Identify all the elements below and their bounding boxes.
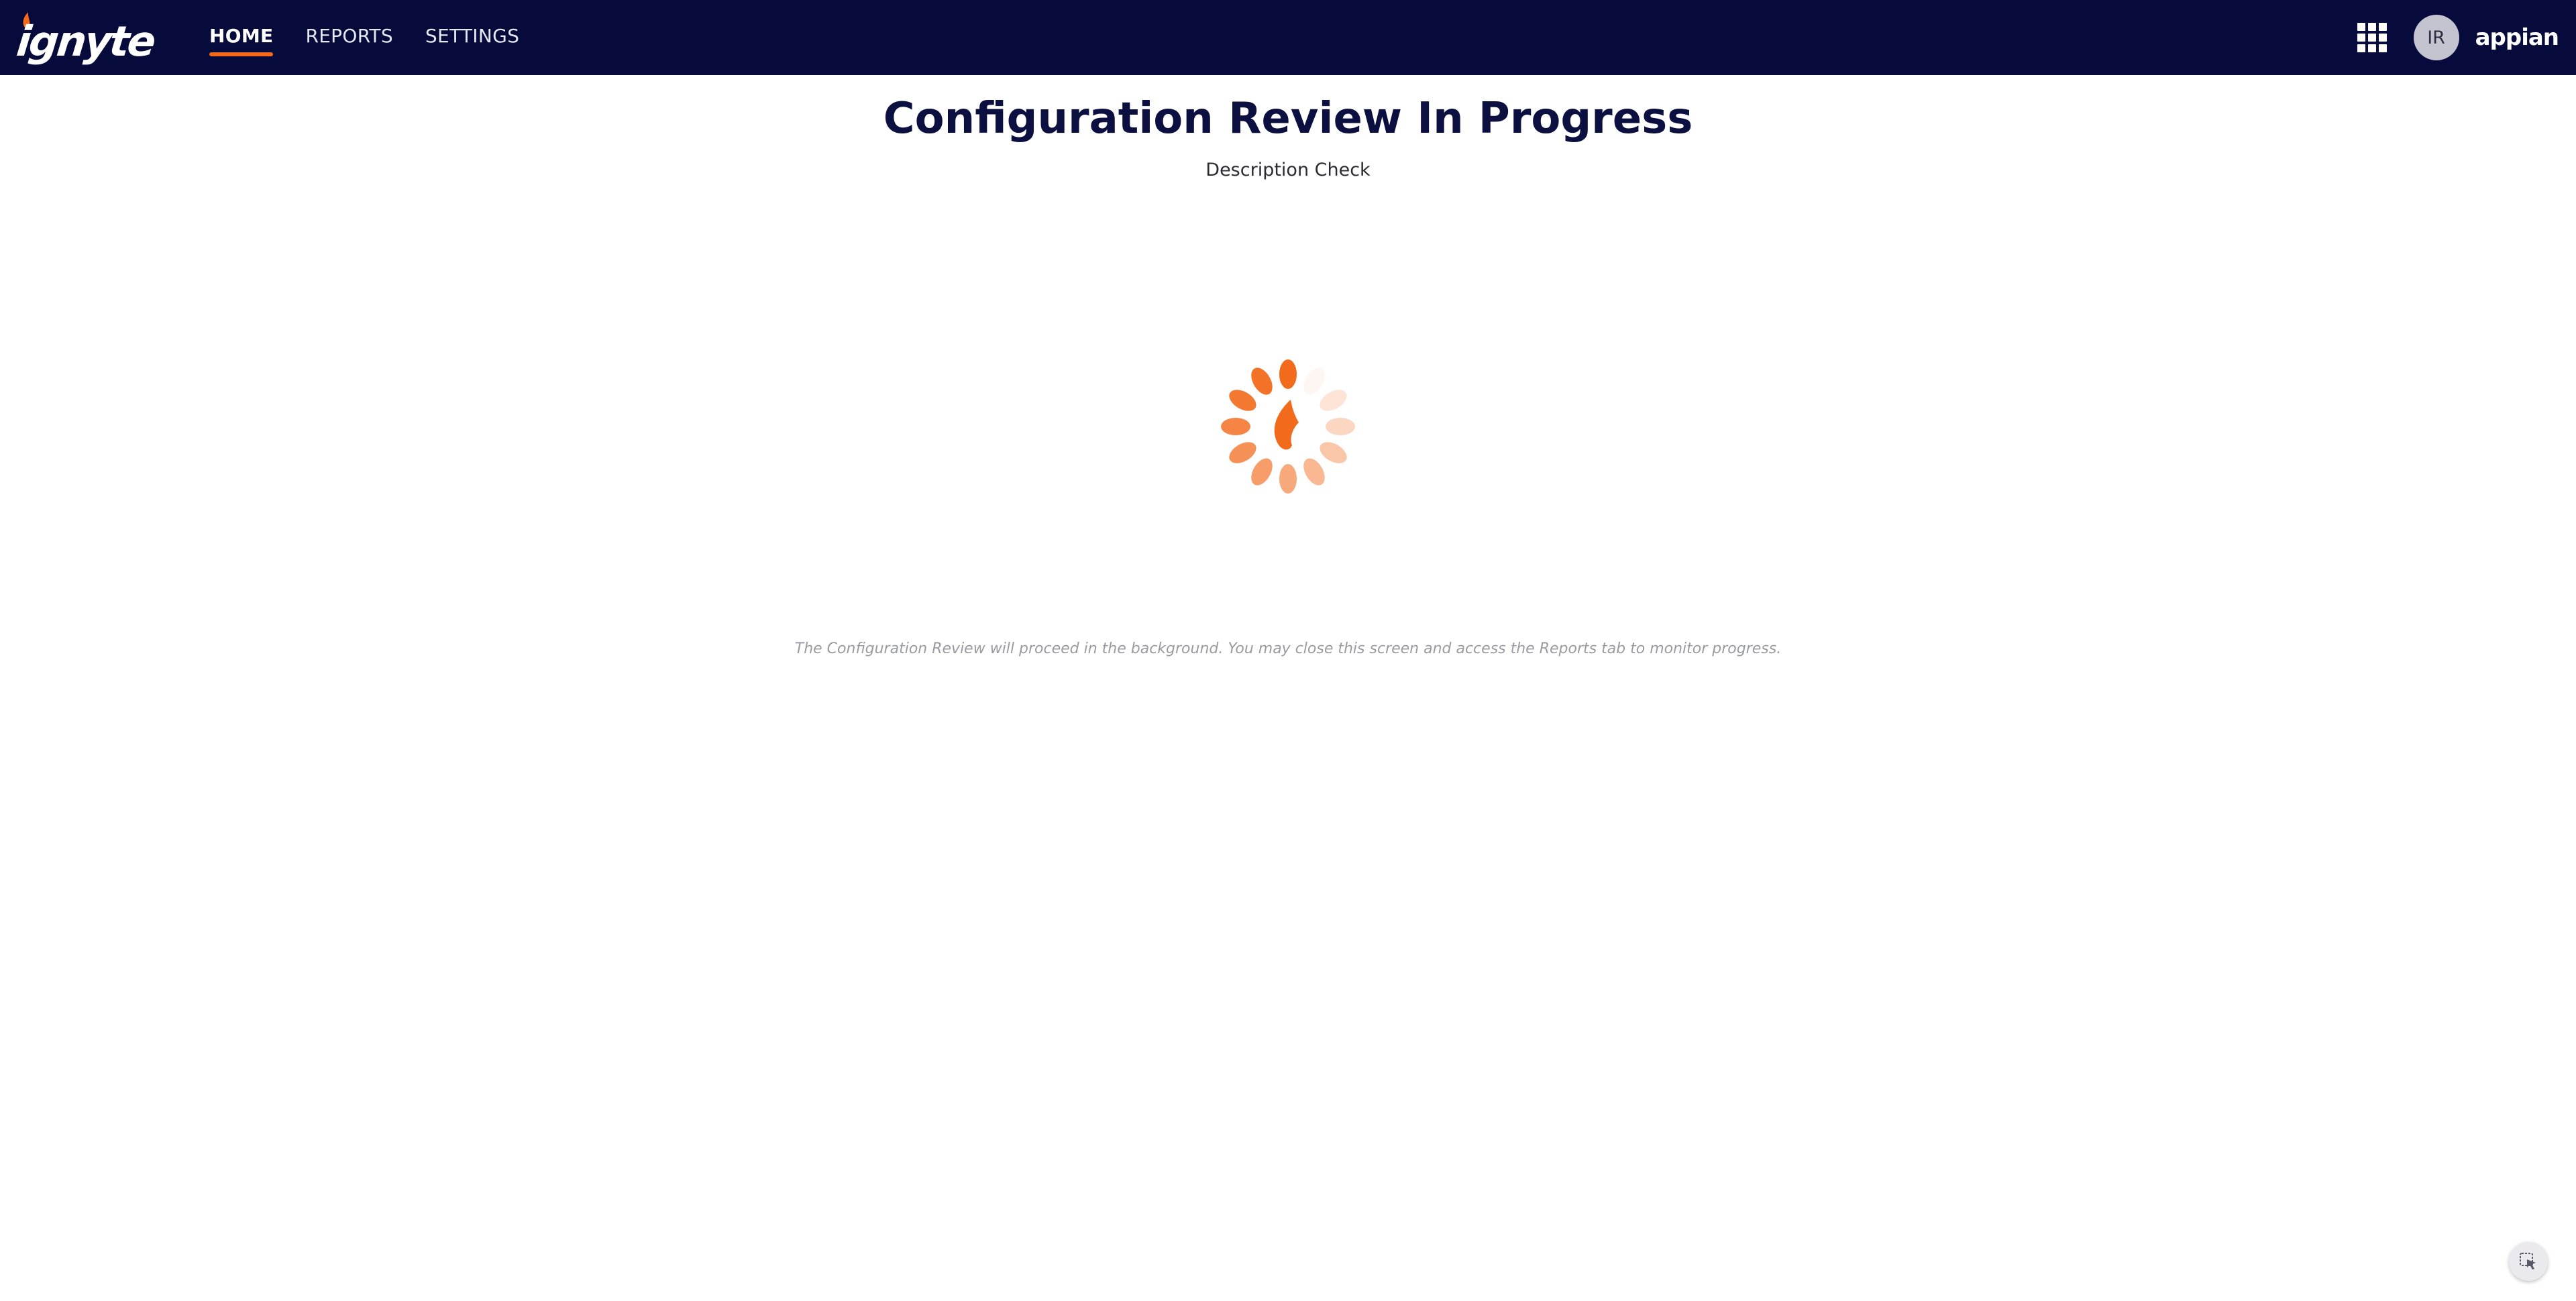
page-subtitle: Description Check [1205, 160, 1371, 180]
app-launcher-grid-icon[interactable] [2357, 23, 2387, 52]
spinner-petal [1229, 442, 1256, 463]
topbar-actions: IR appian [2357, 0, 2559, 75]
spinner-petal [1229, 390, 1256, 411]
spinner-petal [1320, 390, 1347, 411]
flame-spinner-icon [1218, 357, 1358, 496]
tab-reports[interactable]: REPORTS [305, 0, 392, 75]
user-avatar[interactable]: IR [2413, 15, 2459, 60]
spinner-petal [1251, 367, 1273, 395]
spinner-petal [1251, 458, 1273, 486]
spinner-petal [1326, 418, 1355, 435]
spinner-flame-icon [1274, 400, 1299, 450]
tab-home[interactable]: HOME [209, 0, 274, 75]
spinner-petal [1303, 367, 1325, 395]
cursor-select-icon [2520, 1253, 2536, 1269]
tab-settings[interactable]: SETTINGS [425, 0, 519, 75]
cursor-select-button[interactable] [2509, 1242, 2548, 1281]
spinner-petal [1279, 464, 1297, 494]
page-title: Configuration Review In Progress [883, 94, 1693, 144]
ignyte-logo[interactable]: ignyte [14, 9, 164, 66]
main-nav: HOME REPORTS SETTINGS [209, 0, 551, 75]
spinner-petal [1320, 442, 1347, 463]
appian-brand-logo: appian [2475, 24, 2559, 51]
spinner-petal [1279, 359, 1297, 389]
top-navigation-bar: ignyte HOME REPORTS SETTINGS IR appian [0, 0, 2576, 75]
spinner-petal [1221, 418, 1250, 435]
logo-wordmark: ignyte [14, 17, 157, 66]
background-process-note: The Configuration Review will proceed in… [794, 640, 1782, 657]
spinner-petal [1303, 458, 1325, 486]
